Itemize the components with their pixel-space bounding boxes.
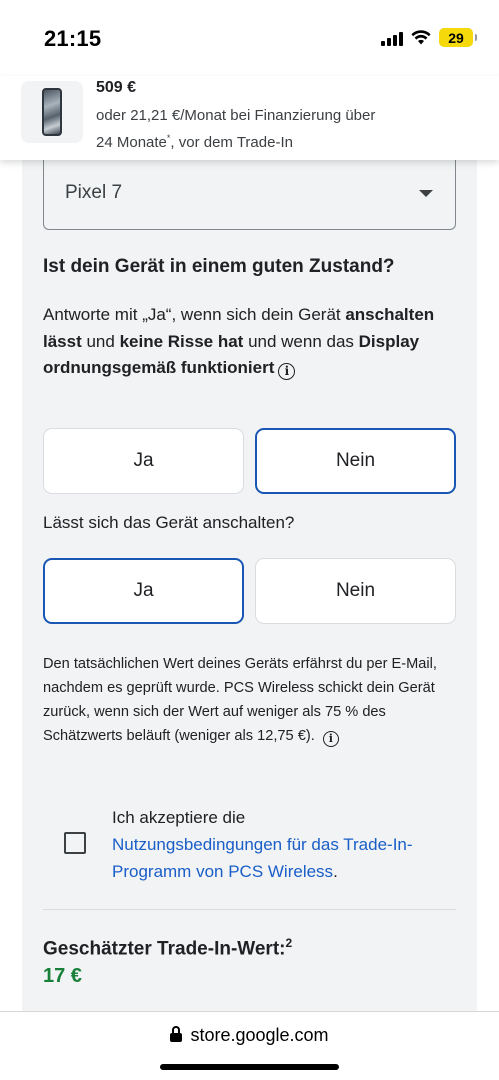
terms-link[interactable]: Nutzungsbedingungen für das Trade-In-Pro… [112, 835, 413, 881]
power-on-yes-button[interactable]: Ja [43, 558, 244, 624]
product-price: 509 € [96, 79, 137, 96]
condition-question-title: Ist dein Gerät in einem guten Zustand? [43, 256, 395, 277]
terms-checkbox[interactable] [64, 832, 86, 854]
condition-yes-button[interactable]: Ja [43, 428, 244, 494]
financing-info: oder 21,21 €/Monat bei Finanzierung über… [96, 104, 426, 154]
trade-in-card: Pixel 7 Ist dein Gerät in einem guten Zu… [22, 160, 477, 1011]
condition-desc-text-3: und wenn das [243, 331, 359, 351]
signal-icon [381, 30, 403, 46]
home-indicator[interactable] [160, 1064, 339, 1070]
disclaimer-info-icon[interactable]: i [322, 731, 339, 747]
condition-desc-bold-2: keine Risse hat [119, 331, 244, 351]
status-time: 21:15 [44, 26, 102, 51]
disclaimer-text: Den tatsächlichen Wert deines Geräts erf… [43, 656, 437, 744]
product-thumbnail [21, 81, 83, 143]
disclaimer: Den tatsächlichen Wert deines Geräts erf… [43, 652, 453, 748]
battery-icon: 29 [439, 28, 477, 47]
url-row[interactable]: store.google.com [0, 1025, 499, 1046]
device-select[interactable]: Pixel 7 [43, 160, 456, 230]
product-header: 509 € oder 21,21 €/Monat bei Finanzierun… [0, 76, 499, 160]
estimate-footnote: 2 [285, 936, 293, 950]
financing-line-2-post: , vor dem Trade-In [170, 134, 293, 151]
lock-icon [170, 1026, 183, 1044]
estimate-label-text: Geschätzter Trade-In-Wert: [43, 938, 286, 960]
estimate-label: Geschätzter Trade-In-Wert:2 [43, 936, 292, 960]
device-select-value: Pixel 7 [65, 182, 123, 203]
terms-prefix: Ich akzeptiere die [112, 808, 246, 827]
status-icons: 29 [381, 28, 477, 47]
dropdown-arrow-icon [419, 190, 433, 197]
power-on-no-button[interactable]: Nein [255, 558, 456, 624]
terms-text: Ich akzeptiere die Nutzungsbedingungen f… [112, 804, 462, 885]
browser-address-bar[interactable]: store.google.com [0, 1011, 499, 1080]
condition-no-button[interactable]: Nein [255, 428, 456, 494]
power-on-question: Lässt sich das Gerät anschalten? [43, 513, 295, 532]
condition-description: Antworte mit „Ja“, wenn sich dein Gerät … [43, 302, 443, 382]
condition-desc-text-2: und [81, 331, 120, 351]
divider [43, 909, 456, 910]
terms-row: Ich akzeptiere die Nutzungsbedingungen f… [43, 800, 463, 881]
status-bar: 21:15 29 [0, 0, 499, 76]
phone-image [42, 88, 62, 136]
wifi-icon [411, 30, 431, 45]
financing-line-1: oder 21,21 €/Monat bei Finanzierung über [96, 107, 376, 124]
financing-line-2-pre: 24 Monate [96, 134, 167, 151]
condition-desc-text-1: Antworte mit „Ja“, wenn sich dein Gerät [43, 305, 346, 324]
url-text[interactable]: store.google.com [190, 1025, 328, 1046]
estimate-value: 17 € [43, 965, 82, 987]
info-icon[interactable]: i [278, 363, 296, 380]
terms-suffix: . [333, 862, 338, 881]
